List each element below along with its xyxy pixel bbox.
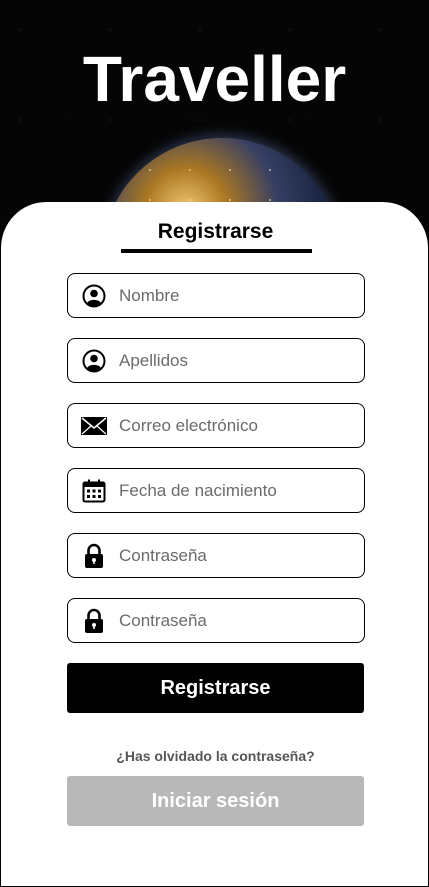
last-name-field[interactable] [67,338,365,383]
app-title: Traveller [82,43,347,115]
email-field[interactable] [67,403,365,448]
register-button[interactable]: Registrarse [67,663,364,713]
password-field[interactable] [67,533,365,578]
calendar-icon [81,478,107,504]
user-icon [81,283,107,309]
user-icon [81,348,107,374]
first-name-input[interactable] [119,285,349,306]
confirm-password-field[interactable] [67,598,365,643]
register-card: Registrarse Nombre Apellidos Correo elec… [0,202,429,887]
forgot-password-link[interactable]: ¿Has olvidado la contraseña? [1,748,429,764]
birthdate-input[interactable] [119,480,349,501]
earth-city-lights [130,150,300,210]
confirm-password-input[interactable] [119,610,349,631]
mail-icon [81,413,107,439]
password-input[interactable] [119,545,349,566]
tab-register[interactable]: Registrarse [1,220,429,244]
birthdate-field[interactable] [67,468,365,513]
lock-icon [81,608,107,634]
login-button[interactable]: Iniciar sesión [67,776,364,826]
email-input[interactable] [119,415,349,436]
tab-active-indicator [121,249,312,253]
lock-icon [81,543,107,569]
last-name-input[interactable] [119,350,349,371]
first-name-field[interactable] [67,273,365,318]
